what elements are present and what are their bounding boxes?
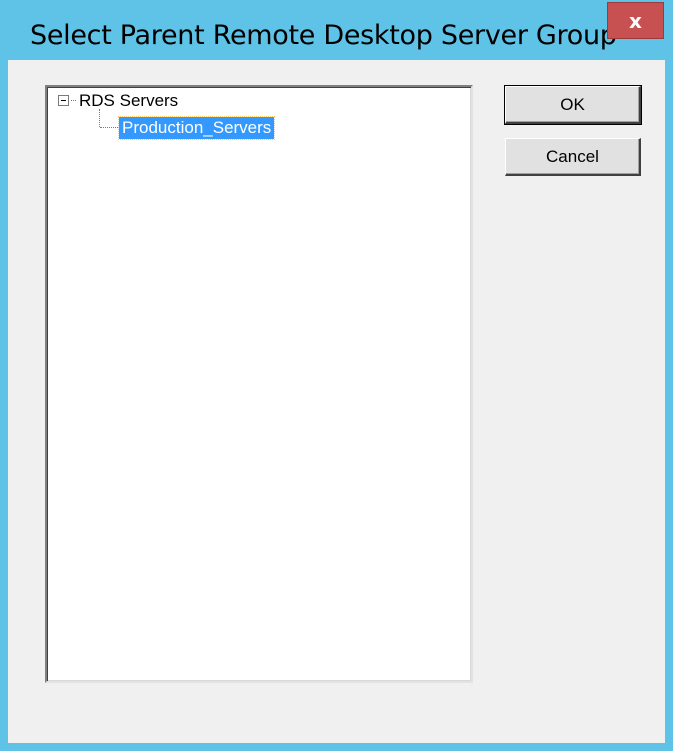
server-group-tree[interactable]: RDS Servers Production_Servers <box>45 85 473 683</box>
dialog-window: Select Parent Remote Desktop Server Grou… <box>0 0 673 751</box>
dialog-client-area: RDS Servers Production_Servers OK Cancel <box>8 60 665 743</box>
tree-node-rds-servers[interactable]: RDS Servers <box>77 91 180 111</box>
tree-connector <box>71 100 76 101</box>
tree-connector-horizontal <box>100 127 118 128</box>
tree-connector-vertical <box>99 109 100 127</box>
dialog-title: Select Parent Remote Desktop Server Grou… <box>30 20 617 51</box>
close-button[interactable]: x <box>607 2 664 39</box>
ok-button[interactable]: OK <box>504 85 642 125</box>
tree-node-production-servers[interactable]: Production_Servers <box>117 116 276 140</box>
cancel-button[interactable]: Cancel <box>505 138 641 176</box>
close-icon: x <box>629 8 642 33</box>
collapse-icon[interactable] <box>58 95 69 106</box>
